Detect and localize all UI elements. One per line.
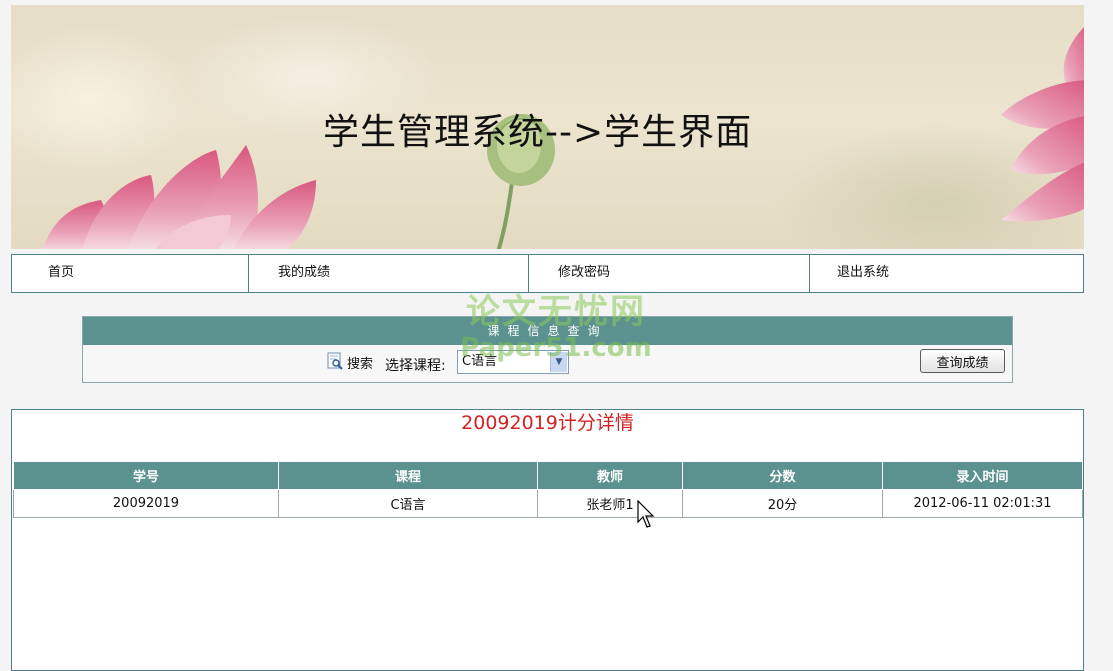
cell-score: 20分 (682, 489, 883, 518)
score-detail-panel: 20092019计分详情 学号 课程 教师 分数 录入时间 20092019 C… (11, 409, 1084, 671)
nav-logout[interactable]: 退出系统 (810, 255, 1083, 292)
table-row: 20092019 C语言 张老师1 20分 2012-06-11 02:01:3… (13, 489, 1083, 518)
nav-change-password-label: 修改密码 (558, 265, 611, 280)
query-form: 搜索 选择课程: C语言 ▼ 查询成绩 (83, 345, 1012, 382)
score-detail-title: 20092019计分详情 (461, 412, 634, 434)
cell-student-id: 20092019 (13, 489, 279, 518)
cell-entry-time: 2012-06-11 02:01:31 (882, 489, 1083, 518)
query-scores-button[interactable]: 查询成绩 (920, 349, 1005, 373)
nav-logout-label: 退出系统 (837, 265, 890, 280)
course-select[interactable]: C语言 ▼ (457, 350, 569, 374)
header-banner: 学生管理系统-->学生界面 (11, 5, 1084, 249)
cell-course: C语言 (278, 489, 538, 518)
course-select-value: C语言 (462, 354, 498, 369)
column-header-teacher: 教师 (537, 461, 683, 490)
table-header-row: 学号 课程 教师 分数 录入时间 (13, 461, 1083, 490)
column-header-entry-time: 录入时间 (882, 461, 1083, 490)
search-label: 搜索 (347, 357, 374, 372)
lotus-flower-right-image (1001, 27, 1084, 222)
lotus-flower-left-image (42, 145, 316, 249)
nav-my-scores[interactable]: 我的成绩 (249, 255, 529, 292)
chevron-down-icon[interactable]: ▼ (550, 352, 567, 372)
nav-change-password[interactable]: 修改密码 (529, 255, 810, 292)
course-query-panel: 课程信息查询 搜索 选择课程: C语言 ▼ 查询成绩 (82, 316, 1013, 383)
nav-my-scores-label: 我的成绩 (278, 265, 331, 280)
page-title: 学生管理系统-->学生界面 (323, 112, 753, 153)
score-table: 学号 课程 教师 分数 录入时间 20092019 C语言 张老师1 20分 2… (13, 461, 1083, 518)
nav-home-label: 首页 (48, 265, 75, 280)
column-header-course: 课程 (278, 461, 538, 490)
search-icon (327, 352, 343, 370)
column-header-student-id: 学号 (13, 461, 279, 490)
column-header-score: 分数 (682, 461, 883, 490)
main-nav: 首页 我的成绩 修改密码 退出系统 (11, 254, 1084, 293)
nav-home[interactable]: 首页 (12, 255, 249, 292)
cell-teacher: 张老师1 (537, 489, 683, 518)
query-panel-title: 课程信息查询 (83, 317, 1012, 345)
course-select-label: 选择课程: (385, 358, 446, 374)
mouse-cursor-icon (637, 500, 655, 528)
